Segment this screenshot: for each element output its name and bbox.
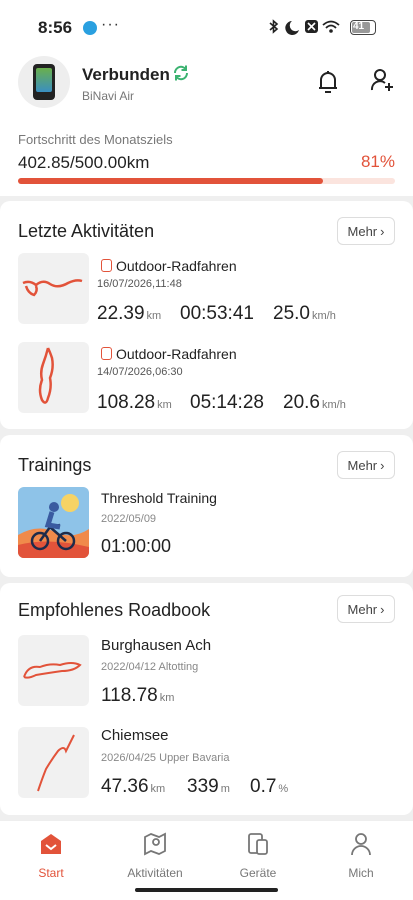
- device-name: BiNavi Air: [82, 89, 135, 103]
- nav-item-geraete[interactable]: Geräte: [213, 831, 303, 880]
- activity-distance: 22.39 km: [97, 303, 162, 324]
- route-map-icon: [37, 734, 75, 792]
- system-icons: [268, 18, 346, 39]
- roadbook-name: Chiemsee: [101, 727, 169, 744]
- activity-speed: 20.6 km/h: [283, 392, 346, 413]
- bike-computer-icon: [33, 64, 55, 100]
- nav-item-start[interactable]: Start: [6, 831, 96, 880]
- header-section: Verbunden BiNavi Air Fortschritt des Mon…: [0, 56, 413, 196]
- watch-icon: [101, 347, 112, 360]
- activity-type: Outdoor-Radfahren: [101, 346, 237, 362]
- more-label: Mehr: [347, 223, 378, 239]
- more-label: Mehr: [347, 601, 378, 617]
- chevron-right-icon: ›: [380, 457, 385, 473]
- more-notifications-icon: ···: [101, 16, 120, 33]
- recent-activities-card: Letzte Aktivitäten Mehr › Outdoor-Radfahr…: [0, 201, 413, 429]
- devices-icon: [248, 833, 268, 855]
- nav-label: Geräte: [239, 866, 277, 880]
- bell-icon[interactable]: [317, 69, 339, 95]
- cyclist-illustration-icon: [18, 487, 89, 558]
- nav-item-mich[interactable]: Mich: [316, 831, 406, 880]
- roadbook-distance: 118.78 km: [101, 685, 175, 706]
- activity-speed: 25.0 km/h: [273, 303, 336, 324]
- training-duration: 01:00:00: [101, 536, 172, 556]
- roadbook-distance: 47.36 km: [101, 776, 166, 797]
- roadbook-more-button[interactable]: Mehr ›: [337, 595, 395, 623]
- nav-label: Mich: [348, 866, 374, 880]
- trainings-more-button[interactable]: Mehr ›: [337, 451, 395, 479]
- recent-activities-title: Letzte Aktivitäten: [18, 221, 155, 241]
- status-bar: 8:56 ··· 41: [0, 0, 413, 56]
- activity-datetime: 14/07/2026,06:30: [97, 366, 183, 378]
- activity-route-thumbnail[interactable]: [18, 253, 89, 324]
- activity-duration: 05:14:28: [190, 392, 264, 413]
- activity-route-thumbnail[interactable]: [18, 342, 89, 413]
- chevron-right-icon: ›: [380, 601, 385, 617]
- telegram-icon: [83, 21, 97, 35]
- training-cyclist-image[interactable]: [18, 487, 89, 558]
- monthly-goal-progress-fill: [18, 178, 324, 184]
- map-pin-icon: [144, 832, 166, 856]
- battery-icon: 41: [350, 20, 376, 35]
- activity-duration: 00:53:41: [180, 303, 254, 324]
- monthly-goal-percent: 81%: [360, 152, 395, 171]
- nav-item-aktivitaeten[interactable]: Aktivitäten: [110, 831, 200, 880]
- activity-datetime: 16/07/2026,11:48: [97, 278, 182, 290]
- roadbook-meta: 2026/04/25 Upper Bavaria: [101, 752, 230, 764]
- chevron-right-icon: ›: [380, 223, 385, 239]
- route-map-icon: [23, 662, 82, 679]
- activity-distance: 108.28 km: [97, 392, 172, 413]
- home-indicator[interactable]: [135, 888, 278, 892]
- monthly-goal-value: 402.85/500.00km: [18, 153, 150, 172]
- roadbook-name: Burghausen Ach: [101, 637, 212, 654]
- connection-status: Verbunden: [82, 65, 170, 84]
- bluetooth-moon-mute-wifi-icon: [269, 19, 340, 35]
- training-name: Threshold Training: [101, 490, 217, 506]
- more-label: Mehr: [347, 457, 378, 473]
- roadbook-elevation: 339 m: [187, 776, 230, 797]
- roadbook-meta: 2022/04/12 Altotting: [101, 661, 199, 673]
- watch-icon: [101, 259, 112, 272]
- person-icon: [351, 833, 371, 856]
- monthly-goal-label: Fortschritt des Monatsziels: [18, 132, 173, 147]
- add-user-icon[interactable]: [370, 68, 394, 94]
- roadbook-route-thumbnail[interactable]: [18, 727, 89, 798]
- roadbook-card: Empfohlenes Roadbook Mehr › Burghausen Ac…: [0, 583, 413, 815]
- battery-level: 41: [353, 21, 365, 32]
- roadbook-route-thumbnail[interactable]: [18, 635, 89, 706]
- nav-label: Aktivitäten: [127, 866, 183, 880]
- activity-type: Outdoor-Radfahren: [101, 258, 237, 274]
- roadbook-title: Empfohlenes Roadbook: [18, 600, 211, 620]
- route-map-icon: [22, 279, 83, 297]
- recent-more-button[interactable]: Mehr ›: [337, 217, 395, 245]
- sync-icon[interactable]: [172, 64, 190, 82]
- trainings-title: Trainings: [18, 455, 92, 475]
- status-time: 8:56: [38, 18, 73, 37]
- route-map-icon: [38, 347, 54, 404]
- training-date: 2022/05/09: [101, 513, 157, 525]
- roadbook-grade: 0.7%: [250, 776, 289, 797]
- nav-label: Start: [38, 866, 64, 880]
- home-icon: [41, 834, 61, 854]
- trainings-card: Trainings Mehr › Threshold Training 2022/…: [0, 435, 413, 577]
- monthly-goal-progress-bar: [18, 178, 395, 184]
